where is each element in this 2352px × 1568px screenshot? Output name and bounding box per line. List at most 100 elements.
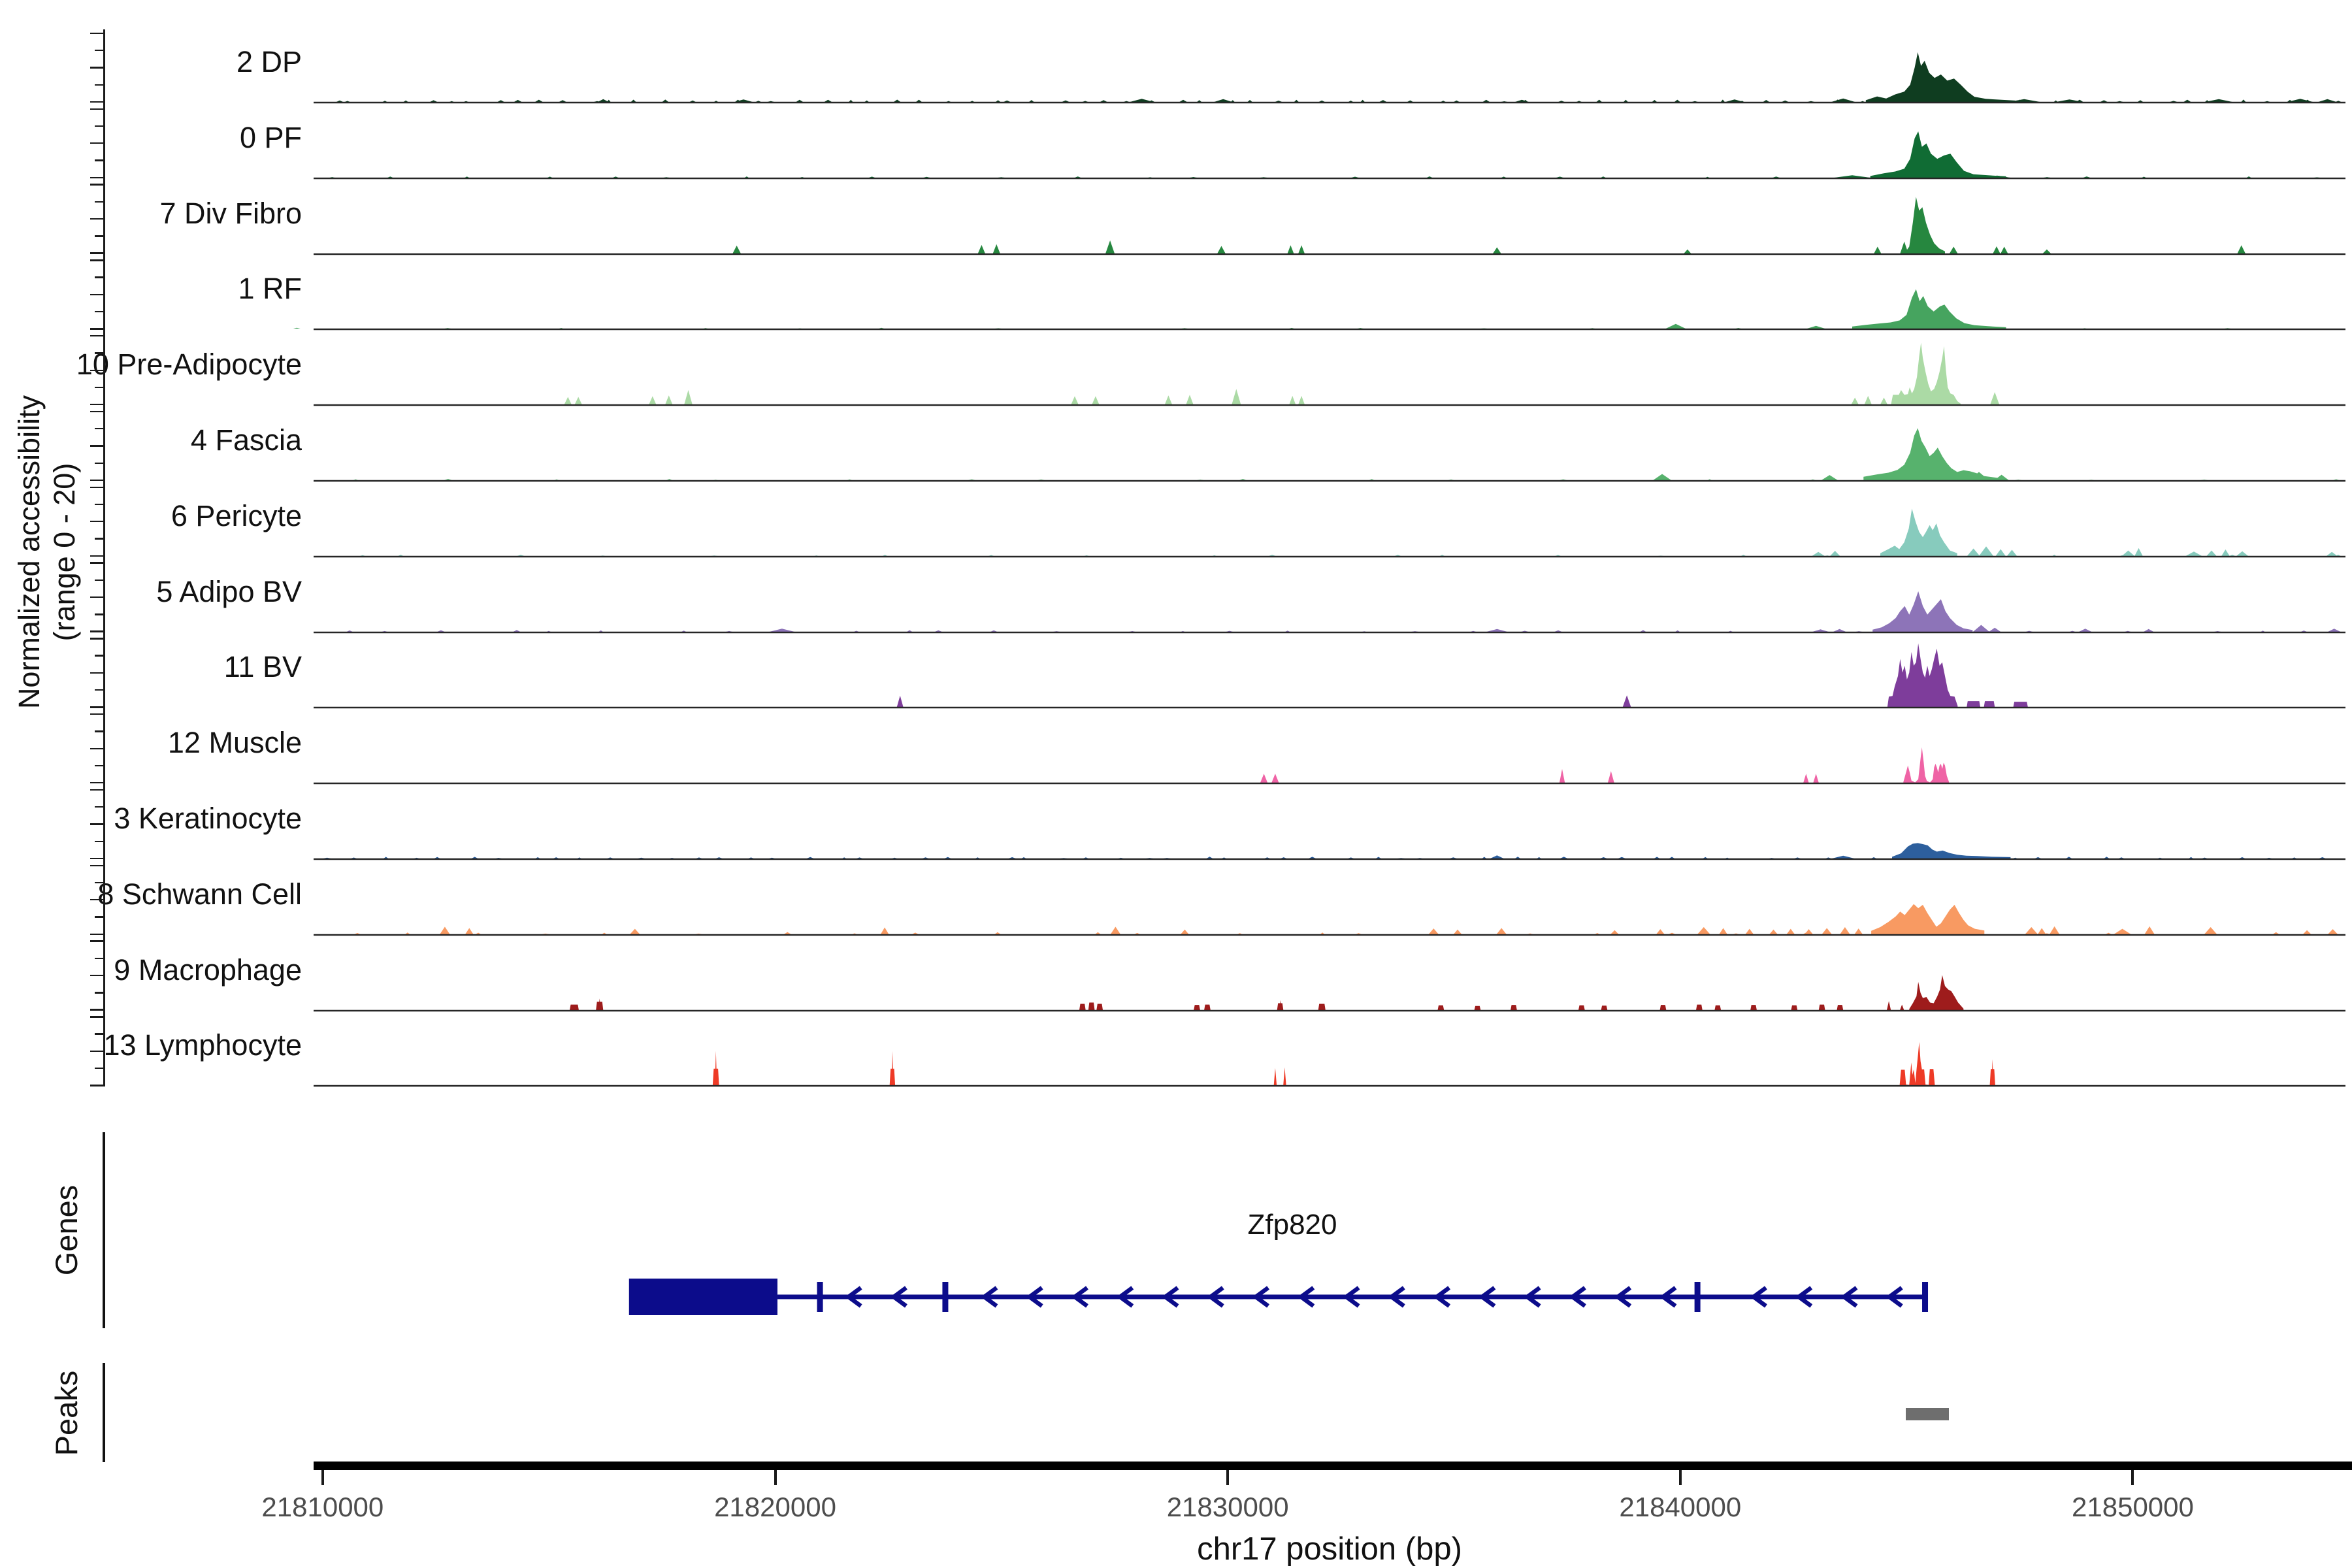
gene-exon-tick — [817, 1282, 823, 1312]
x-axis-tick — [321, 1470, 324, 1485]
genes-section-label: Genes — [48, 1132, 82, 1328]
y-axis-tick — [95, 201, 103, 203]
track-label: 7 Div Fibro — [7, 197, 302, 231]
x-axis-tick-label: 21820000 — [678, 1492, 874, 1523]
y-axis-tick — [90, 858, 103, 859]
gene-exon-tick — [942, 1282, 948, 1312]
y-axis-tick — [90, 940, 103, 941]
coverage-signal — [329, 131, 2320, 178]
accessibility-track-1-rf — [314, 258, 2345, 330]
y-axis-tick — [90, 1051, 103, 1052]
y-axis-tick — [90, 252, 103, 253]
x-axis-title: chr17 position (bp) — [1134, 1531, 1526, 1567]
accessibility-track-10-pre-adipocyte — [314, 334, 2345, 406]
y-axis-tick — [95, 916, 103, 917]
y-axis-tick — [90, 1009, 103, 1010]
x-axis-tick — [2131, 1470, 2134, 1485]
y-axis-tick — [95, 387, 103, 388]
x-axis-tick-label: 21810000 — [225, 1492, 421, 1523]
y-axis-tick — [90, 562, 103, 563]
coverage-signal — [360, 508, 2341, 556]
y-axis-tick — [95, 84, 103, 86]
y-axis-tick — [90, 521, 103, 522]
y-axis-tick — [90, 177, 103, 178]
y-axis-tick — [90, 823, 103, 825]
coverage-signal — [336, 52, 2342, 102]
y-axis-tick — [95, 841, 103, 842]
y-axis-tick — [95, 352, 103, 353]
y-axis-tick — [95, 689, 103, 691]
x-axis-line — [314, 1462, 2352, 1470]
y-axis-tick — [90, 975, 103, 976]
accessibility-track-12-muscle — [314, 712, 2345, 784]
track-label: 13 Lymphocyte — [7, 1028, 302, 1062]
x-axis-tick — [774, 1470, 777, 1485]
coverage-signal — [347, 591, 2341, 632]
y-axis-tick — [95, 463, 103, 464]
y-axis-tick — [90, 294, 103, 295]
y-axis-tick — [90, 33, 103, 34]
track-label: 4 Fascia — [7, 423, 302, 457]
peaks-axis-line — [103, 1363, 105, 1462]
y-axis-tick — [95, 159, 103, 161]
y-axis-tick — [95, 50, 103, 51]
y-axis-tick — [90, 259, 103, 261]
track-label: 1 RF — [7, 272, 302, 306]
y-axis-title-line2: (range 0 - 20) — [47, 323, 82, 781]
y-axis-tick — [90, 142, 103, 144]
y-axis-tick — [90, 370, 103, 371]
y-axis-tick — [95, 992, 103, 993]
track-label: 8 Schwann Cell — [7, 877, 302, 911]
coverage-signal — [732, 197, 2246, 253]
y-axis-tick — [90, 335, 103, 336]
gene-name-label: Zfp820 — [1214, 1209, 1371, 1241]
accessibility-track-5-adipo-bv — [314, 561, 2345, 633]
x-axis-tick — [1679, 1470, 1682, 1485]
y-axis-tick — [90, 411, 103, 412]
track-label: 2 DP — [7, 45, 302, 79]
y-axis-tick — [95, 235, 103, 237]
track-label: 3 Keratinocyte — [7, 802, 302, 836]
coverage-signal — [323, 843, 2326, 858]
accessibility-track-11-bv — [314, 636, 2345, 708]
y-axis-tick — [95, 311, 103, 312]
y-axis-tick — [90, 480, 103, 481]
genes-axis-line — [103, 1132, 105, 1328]
track-label: 6 Pericyte — [7, 499, 302, 533]
gene-exon-box — [629, 1279, 777, 1315]
peak-interval — [1906, 1408, 1949, 1420]
y-axis-tick — [90, 218, 103, 220]
accessibility-track-3-keratinocyte — [314, 788, 2345, 860]
y-axis-tick — [90, 1016, 103, 1017]
y-axis-tick — [90, 782, 103, 783]
coverage-signal — [355, 904, 2338, 934]
track-label: 11 BV — [7, 650, 302, 684]
y-axis-tick — [95, 1068, 103, 1069]
gene-exon-tick — [1695, 1282, 1701, 1312]
y-axis-tick — [90, 445, 103, 446]
y-axis-tick — [90, 108, 103, 110]
y-axis-tick — [90, 328, 103, 329]
y-axis-tick — [90, 672, 103, 674]
y-axis-tick — [95, 580, 103, 581]
coverage-signal — [564, 343, 1999, 405]
coverage-signal — [1260, 747, 1949, 783]
y-axis-tick — [90, 67, 103, 68]
y-axis-tick — [90, 404, 103, 405]
y-axis-tick — [95, 655, 103, 656]
y-axis-title-line1: Normalized accessibility — [12, 323, 47, 781]
y-axis-tick — [90, 555, 103, 557]
y-axis-tick — [90, 638, 103, 639]
accessibility-track-13-lymphocyte — [314, 1015, 2345, 1086]
coverage-signal — [897, 644, 2028, 707]
coverage-signal — [353, 428, 2339, 480]
x-axis-tick-label: 21850000 — [2034, 1492, 2230, 1523]
y-axis-tick — [90, 865, 103, 866]
accessibility-track-2-dp — [314, 31, 2345, 103]
y-axis-tick — [95, 504, 103, 505]
coverage-signal — [570, 975, 1963, 1010]
x-axis-tick-label: 21840000 — [1582, 1492, 1778, 1523]
y-axis-tick — [90, 934, 103, 935]
y-axis-tick — [95, 538, 103, 539]
y-axis-tick — [90, 184, 103, 185]
